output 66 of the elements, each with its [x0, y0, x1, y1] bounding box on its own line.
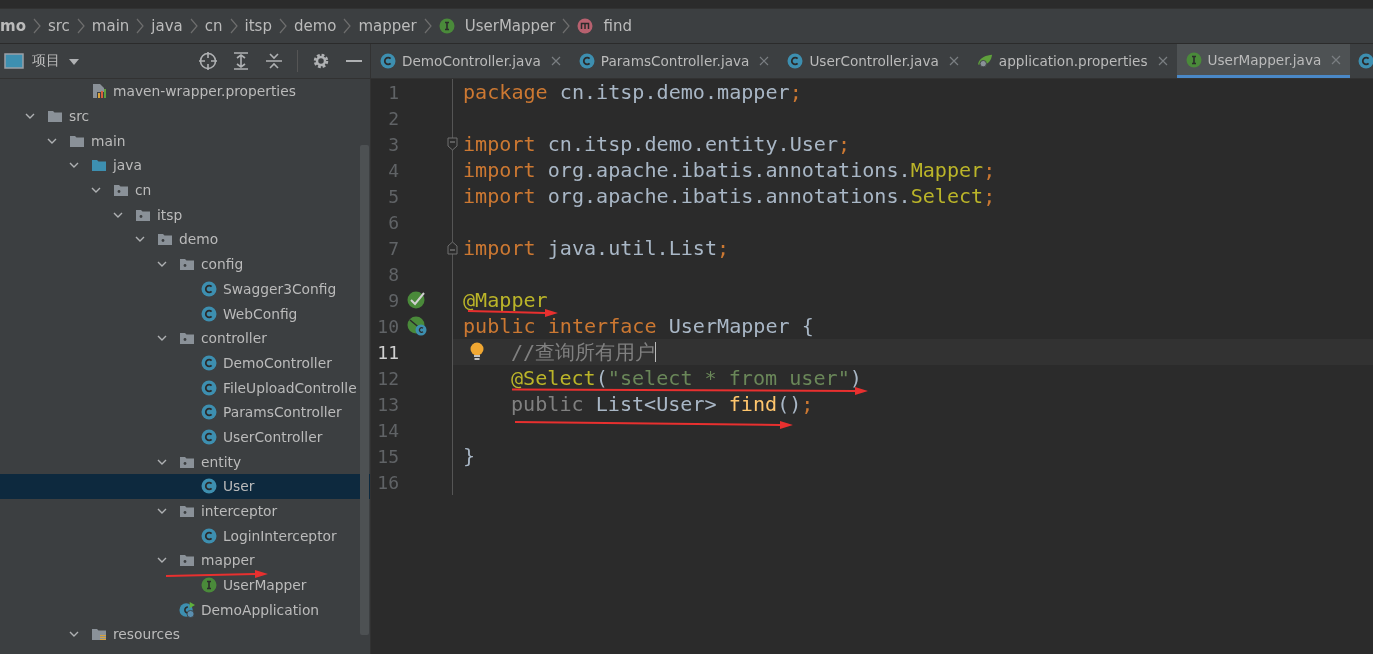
line-number: 13 [376, 393, 399, 415]
tree-item[interactable]: ParamsController [0, 399, 370, 425]
tree-item[interactable]: DemoController [0, 350, 370, 376]
code-line: @Select("select * from user") [511, 367, 862, 389]
line-number: 7 [387, 237, 399, 259]
code-line: import cn.itsp.demo.entity.User; [463, 133, 851, 155]
tree-item[interactable]: UserMapper [0, 572, 370, 598]
tree-item[interactable]: Swagger3Config [0, 276, 370, 302]
line-number: 15 [376, 445, 399, 467]
tree-item[interactable]: cn [0, 177, 370, 203]
tree-item[interactable]: java [0, 153, 370, 178]
code-line: import org.apache.ibatis.annotations.Select; [463, 185, 996, 207]
code-line: package cn.itsp.demo.mapper; [463, 81, 802, 103]
editor-tab[interactable]: application.properties [967, 44, 1177, 78]
tree-item[interactable]: FileUploadControlle [0, 375, 370, 400]
tree-item[interactable]: DemoApplication [0, 597, 370, 623]
code-line: } [463, 445, 476, 467]
tree-item[interactable]: LoginInterceptor [0, 523, 370, 549]
tree-item[interactable]: src [0, 103, 370, 129]
breadcrumb-item[interactable]: src [43, 17, 74, 35]
breadcrumb-item[interactable]: UserMapper [434, 17, 560, 35]
breadcrumb-item[interactable]: demo [289, 17, 341, 35]
code-line: public interface UserMapper { [463, 315, 814, 337]
tree-item[interactable]: mapper [0, 548, 370, 573]
tree-item[interactable]: entity [0, 449, 370, 474]
line-number: 11 [376, 341, 399, 363]
line-number: 16 [376, 471, 399, 493]
line-number: 8 [387, 263, 399, 285]
line-number: 3 [387, 133, 399, 155]
editor-tab[interactable]: UserMapper.java [1176, 44, 1351, 78]
editor-tab[interactable]: ParamsController.java [569, 44, 779, 78]
tree-item[interactable]: User [0, 474, 370, 499]
panel-title[interactable]: 项目 [32, 52, 60, 70]
line-number: 9 [387, 289, 399, 311]
tree-item[interactable]: main [0, 128, 370, 154]
line-number: 10 [376, 315, 399, 337]
breadcrumb-item[interactable]: main [87, 17, 134, 35]
line-number: 1 [387, 81, 399, 103]
tree-item[interactable]: itsp [0, 202, 370, 228]
breadcrumb-item[interactable]: find [573, 17, 636, 35]
breadcrumb-item[interactable]: mapper [354, 17, 421, 35]
line-number: 14 [376, 419, 399, 441]
tree-item[interactable]: maven-wrapper.properties [0, 79, 370, 104]
breadcrumb-item[interactable]: itsp [240, 17, 276, 35]
line-number: 12 [376, 367, 399, 389]
code-line: //查询所有用户 [511, 341, 656, 363]
line-number: 6 [387, 211, 399, 233]
code-line: public List<User> find(); [511, 393, 814, 415]
tree-item[interactable]: resources [0, 622, 370, 647]
code-line: import org.apache.ibatis.annotations.Mapper; [463, 159, 996, 181]
code-line: @Mapper [463, 289, 548, 311]
code-line: import java.util.List; [463, 237, 730, 259]
breadcrumb-item[interactable]: java [147, 17, 187, 35]
line-number: 5 [387, 185, 399, 207]
tree-item[interactable]: interceptor [0, 498, 370, 524]
tree-item[interactable]: controller [0, 325, 370, 351]
line-number: 2 [387, 107, 399, 129]
breadcrumb-item[interactable]: cn [200, 17, 227, 35]
tree-item[interactable]: WebConfig [0, 301, 370, 326]
breadcrumb-item[interactable]: mo [0, 17, 30, 35]
tree-item[interactable]: UserController [0, 424, 370, 450]
line-number: 4 [387, 159, 399, 181]
tree-item[interactable]: config [0, 251, 370, 277]
editor-tab[interactable]: UserController.java [778, 44, 968, 78]
editor-tab[interactable]: DemoController.java [371, 44, 570, 78]
tree-item[interactable]: demo [0, 227, 370, 252]
